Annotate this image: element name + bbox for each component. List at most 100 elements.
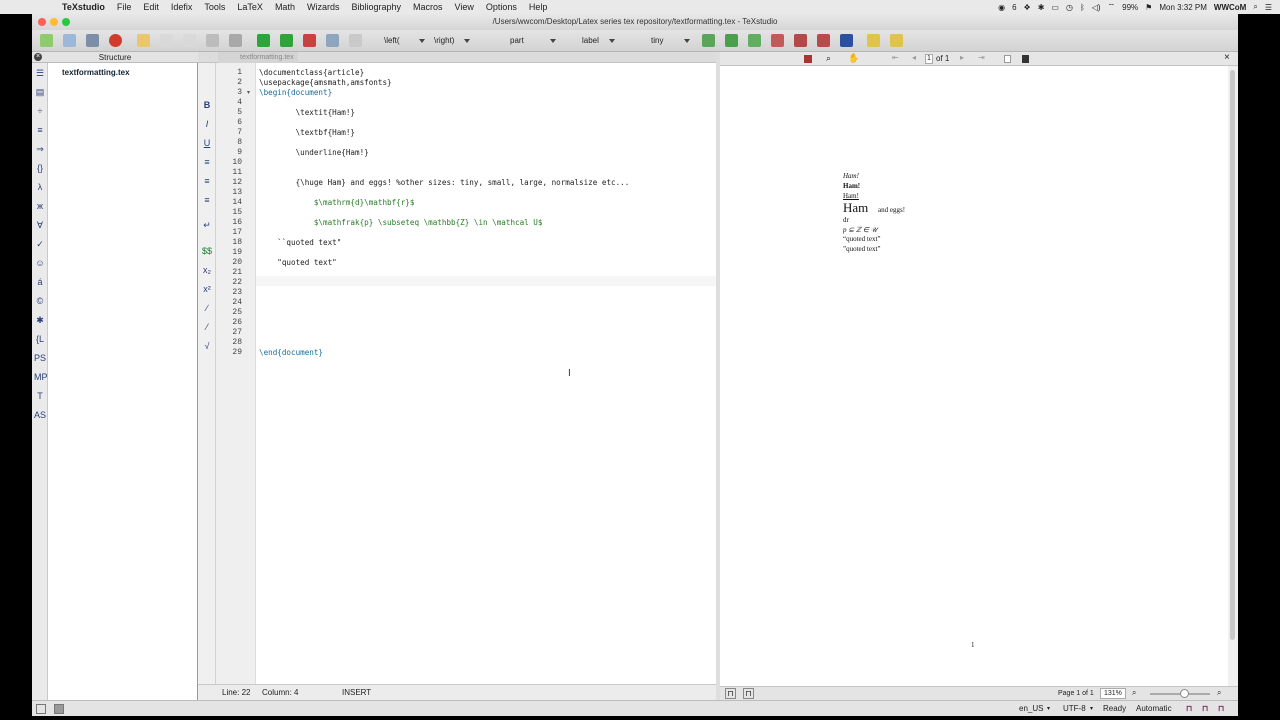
clock[interactable]: Mon 3:32 PM	[1159, 3, 1207, 12]
continuous-icon[interactable]	[1022, 55, 1029, 63]
menu-file[interactable]: File	[117, 2, 132, 12]
menu-help[interactable]: Help	[529, 2, 548, 12]
spotlight-icon[interactable]: ⌕	[1253, 2, 1257, 12]
bold-icon[interactable]: B	[201, 99, 213, 111]
pdf-scroll-thumb[interactable]	[1230, 70, 1235, 640]
misc-math-icon[interactable]: ∀	[34, 219, 46, 231]
right-delimiter-select[interactable]: \right)	[434, 36, 454, 45]
zoom-slider-handle[interactable]	[1180, 689, 1189, 698]
bookmark-pink-icon[interactable]: ⊓	[1186, 704, 1192, 714]
bookmark-icon[interactable]	[137, 34, 150, 47]
size-select[interactable]: tiny	[651, 36, 663, 45]
single-page-icon[interactable]	[1004, 55, 1011, 63]
dfrac-icon[interactable]: ⁄	[201, 321, 213, 333]
code-editor[interactable]: \documentclass{article} \usepackage{amsm…	[256, 63, 716, 700]
open-file-icon[interactable]	[63, 34, 76, 47]
table-settings-icon[interactable]	[840, 34, 853, 47]
save-icon[interactable]	[86, 34, 99, 47]
code-line[interactable]: $\mathrm{d}\mathbf{r}$	[259, 198, 415, 208]
structure-view-icon[interactable]: ☰	[34, 67, 46, 79]
misc-symbols-icon[interactable]: ✓	[34, 238, 46, 250]
bookmark-pink-icon[interactable]: ⊓	[1218, 704, 1224, 714]
relation-symbols-icon[interactable]: ÷	[34, 105, 46, 117]
fold-icon[interactable]: ▾	[247, 89, 250, 96]
display-icon[interactable]: ▭	[1051, 3, 1059, 12]
menu-idefix[interactable]: Idefix	[171, 2, 193, 12]
pdf-scrollbar[interactable]	[1228, 66, 1238, 686]
zoom-in-icon[interactable]: ⌕	[1217, 688, 1221, 698]
inline-math-icon[interactable]: $$	[201, 245, 213, 257]
language-select[interactable]: en_US	[1019, 704, 1043, 714]
reference-select[interactable]: label	[582, 36, 599, 45]
align-left-icon[interactable]: ≡	[201, 156, 213, 168]
menu-edit[interactable]: Edit	[143, 2, 159, 12]
stop-icon[interactable]	[303, 34, 316, 47]
greek-letters-icon[interactable]: λ	[34, 181, 46, 193]
dropbox-icon[interactable]: ❖	[1024, 3, 1031, 12]
emoticons-icon[interactable]: ☺	[34, 257, 46, 269]
menu-view[interactable]: View	[455, 2, 474, 12]
align-center-icon[interactable]: ≡	[201, 175, 213, 187]
magnifier-icon[interactable]: ⌕	[826, 53, 831, 64]
menu-macros[interactable]: Macros	[413, 2, 443, 12]
remove-row-icon[interactable]	[794, 34, 807, 47]
sync-lock-icon[interactable]: ⊓	[743, 688, 754, 699]
insert-row-icon[interactable]	[771, 34, 784, 47]
italic-icon[interactable]: I	[201, 118, 213, 130]
redo-icon[interactable]	[183, 34, 196, 47]
operators-icon[interactable]: ≡	[34, 124, 46, 136]
minimize-window-button[interactable]	[50, 18, 58, 26]
paste-icon[interactable]	[229, 34, 242, 47]
code-line[interactable]: \begin{document}	[259, 88, 332, 98]
remove-column-icon[interactable]	[748, 34, 761, 47]
pstricks-icon[interactable]: PS	[34, 352, 46, 364]
metapost-icon[interactable]: MP	[34, 371, 48, 383]
templates-icon[interactable]: {L	[34, 333, 46, 345]
code-line[interactable]: $\mathfrak{p} \subseteq \mathbb{Z} \in \…	[259, 218, 543, 228]
menu-wizards[interactable]: Wizards	[307, 2, 340, 12]
compile-icon[interactable]	[280, 34, 293, 47]
spellcheck-icon[interactable]	[349, 34, 362, 47]
next-page-icon[interactable]: ▸	[960, 53, 964, 62]
hand-icon[interactable]: ✋	[848, 53, 859, 64]
page-input[interactable]: 1	[925, 54, 933, 64]
subscript-icon[interactable]: x₂	[201, 264, 213, 276]
tikz-icon[interactable]: T	[34, 390, 46, 402]
code-line[interactable]: "quoted text"	[259, 258, 336, 268]
menu-tools[interactable]: Tools	[204, 2, 225, 12]
menu-options[interactable]: Options	[486, 2, 517, 12]
messages-toggle-icon[interactable]	[54, 704, 64, 714]
undo-icon[interactable]	[160, 34, 173, 47]
new-line-icon[interactable]: ↵	[201, 219, 213, 231]
battery-percent[interactable]: 99%	[1122, 3, 1138, 12]
sidebar-toggle-icon[interactable]	[36, 704, 46, 714]
code-line[interactable]: ``quoted text"	[259, 238, 341, 248]
delimiters-icon[interactable]: {}	[34, 162, 46, 174]
code-line[interactable]: {\huge Ham} and eggs! %other sizes: tiny…	[259, 178, 630, 188]
edit-mode[interactable]: INSERT	[342, 685, 371, 701]
warning-next-icon[interactable]	[890, 34, 903, 47]
menu-latex[interactable]: LaTeX	[237, 2, 263, 12]
flag-icon[interactable]: ⚑	[1145, 3, 1152, 12]
align-columns-icon[interactable]	[817, 34, 830, 47]
gear-icon[interactable]: ✱	[1038, 3, 1045, 12]
bookmark-pdf-icon[interactable]	[804, 55, 812, 63]
close-pdf-icon[interactable]: ×	[1224, 52, 1230, 63]
view-pdf-icon[interactable]	[326, 34, 339, 47]
time-machine-icon[interactable]: ◷	[1066, 3, 1073, 12]
code-line[interactable]: \textit{Ham!}	[259, 108, 355, 118]
asymptote-icon[interactable]: AS	[34, 409, 46, 421]
superscript-icon[interactable]: x²	[201, 283, 213, 295]
last-page-icon[interactable]: ⇥	[978, 53, 985, 62]
compile-mode[interactable]: Automatic	[1136, 704, 1172, 714]
zoom-select[interactable]: 131%	[1100, 688, 1126, 699]
pdf-page[interactable]: Ham! Ham! Ham! Ham and eggs! dr p ⊆ ℤ ∈ …	[720, 66, 1230, 686]
menu-app-name[interactable]: TeXstudio	[62, 2, 105, 12]
lock-icon[interactable]: ⊓	[725, 688, 736, 699]
volume-icon[interactable]: ◁)	[1092, 3, 1101, 12]
user-name[interactable]: WWCoM	[1214, 3, 1246, 12]
notification-badge[interactable]: 6	[1012, 3, 1016, 12]
menu-math[interactable]: Math	[275, 2, 295, 12]
favorites-icon[interactable]: ✱	[34, 314, 46, 326]
close-file-icon[interactable]	[109, 34, 122, 47]
